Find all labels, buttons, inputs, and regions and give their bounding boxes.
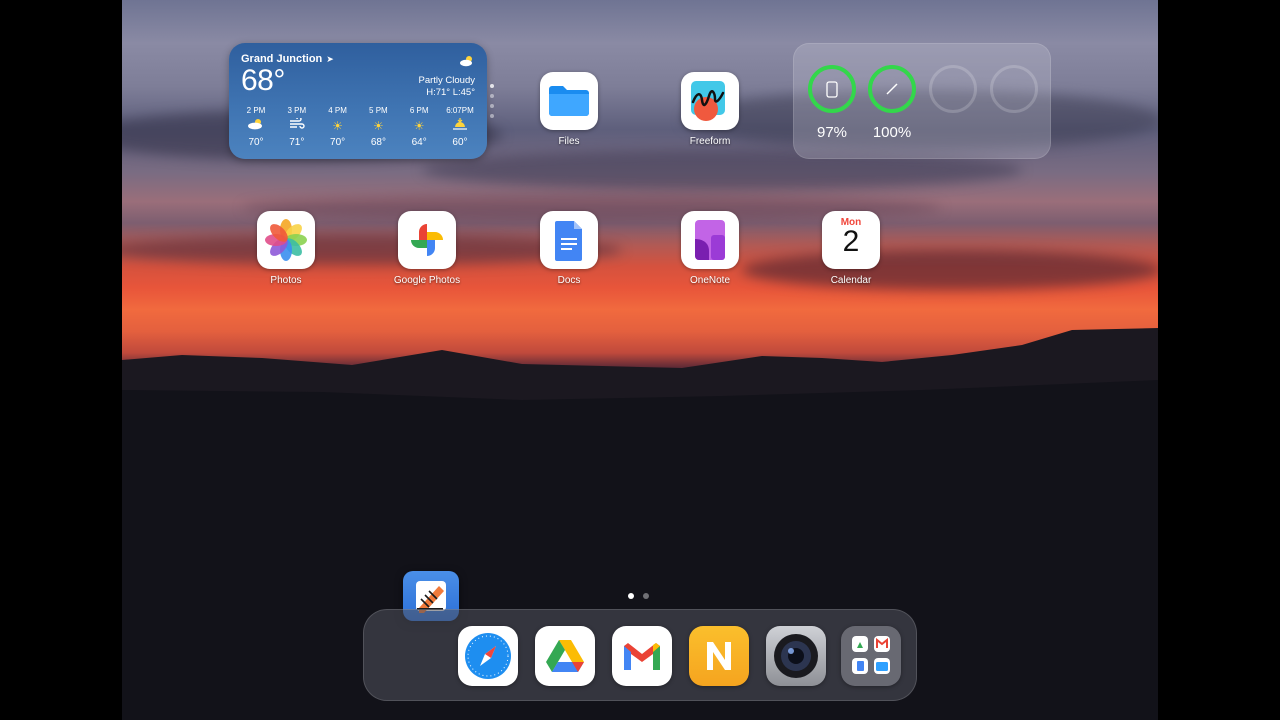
hour-time: 2 PM [246,106,266,115]
hour-time: 5 PM [369,106,388,115]
hour-time: 4 PM [328,106,347,115]
hour-forecast: 6 PM ☀ 64° [400,106,438,148]
app-label: Freeform [689,136,731,147]
hour-temp: 70° [330,137,346,148]
app-onenote[interactable]: OneNote [665,211,755,286]
batteries-widget[interactable]: 97% 100% [793,43,1051,159]
app-google-photos[interactable]: Google Photos [382,211,472,286]
hour-forecast: 2 PM 70° [237,106,275,148]
hour-forecast: 5 PM ☀ 68° [359,106,397,148]
sun-icon: ☀ [332,119,343,133]
hour-temp: 68° [370,137,386,148]
hourly-forecast: 2 PM 70° 3 PM 71° 4 PM ☀ 70° 5 PM ☀ 68° … [237,106,479,148]
battery-ring [868,65,916,113]
camera-app-icon[interactable] [766,626,826,686]
dock [363,609,917,701]
app-freeform[interactable]: Freeform [665,72,755,147]
hour-temp: 60° [452,137,468,148]
widget-stack-indicator [490,84,494,124]
google-drive-icon[interactable] [535,626,595,686]
page-indicator[interactable] [628,593,649,599]
wind-icon [278,116,316,135]
app-docs[interactable]: Docs [524,211,614,286]
weather-widget[interactable]: Grand Junction ➤ 68° Partly Cloudy H:71°… [229,43,487,159]
freeform-icon [681,72,739,130]
google-docs-icon [540,211,598,269]
partly-cloudy-icon [459,55,475,70]
app-label: Files [558,136,580,147]
battery-ring-empty [929,65,977,113]
hour-temp: 70° [248,137,264,148]
partly-cloudy-icon [237,117,275,135]
photos-icon [257,211,315,269]
app-files[interactable]: Files [524,72,614,147]
page-dot[interactable] [628,593,634,599]
page-dot[interactable] [643,593,649,599]
google-photos-icon [398,211,456,269]
app-label: Photos [270,275,302,286]
calendar-icon: Mon 2 [822,211,880,269]
battery-percent: 100% [872,124,912,141]
app-calendar[interactable]: Mon 2 Calendar [806,211,896,286]
files-icon [540,72,598,130]
home-screen: Grand Junction ➤ 68° Partly Cloudy H:71°… [122,0,1158,720]
hour-forecast: 3 PM 71° [278,106,316,148]
app-label: OneNote [689,275,731,286]
battery-ring-empty [990,65,1038,113]
ipad-icon [812,69,852,109]
hour-time: 6 PM [409,106,429,115]
hour-forecast: 6:07PM 60° [441,106,479,148]
hour-time: 6:07PM [446,106,474,115]
weather-condition: Partly Cloudy H:71° L:45° [419,75,476,99]
app-library-icon[interactable] [841,626,901,686]
gmail-icon[interactable] [612,626,672,686]
sunset-icon [441,117,479,135]
sun-icon: ☀ [373,119,384,133]
battery-percent: 97% [816,124,848,141]
onenote-icon [681,211,739,269]
hour-time: 3 PM [287,106,307,115]
app-label: Docs [557,275,581,286]
hour-forecast: 4 PM ☀ 70° [319,106,357,148]
notability-icon[interactable] [689,626,749,686]
calendar-date: 2 [842,225,860,258]
pencil-icon [872,69,912,109]
hour-temp: 64° [411,137,427,148]
app-label: Google Photos [393,275,461,286]
cloud [742,250,1158,290]
app-photos[interactable]: Photos [241,211,331,286]
sun-icon: ☀ [413,119,425,133]
hour-temp: 71° [289,137,305,148]
location-arrow-icon: ➤ [326,53,334,64]
battery-ring [808,65,856,113]
app-label: Calendar [830,275,872,286]
condition-text: Partly Cloudy [418,75,476,86]
safari-icon[interactable] [458,626,518,686]
high-low-text: H:71° L:45° [426,87,475,98]
